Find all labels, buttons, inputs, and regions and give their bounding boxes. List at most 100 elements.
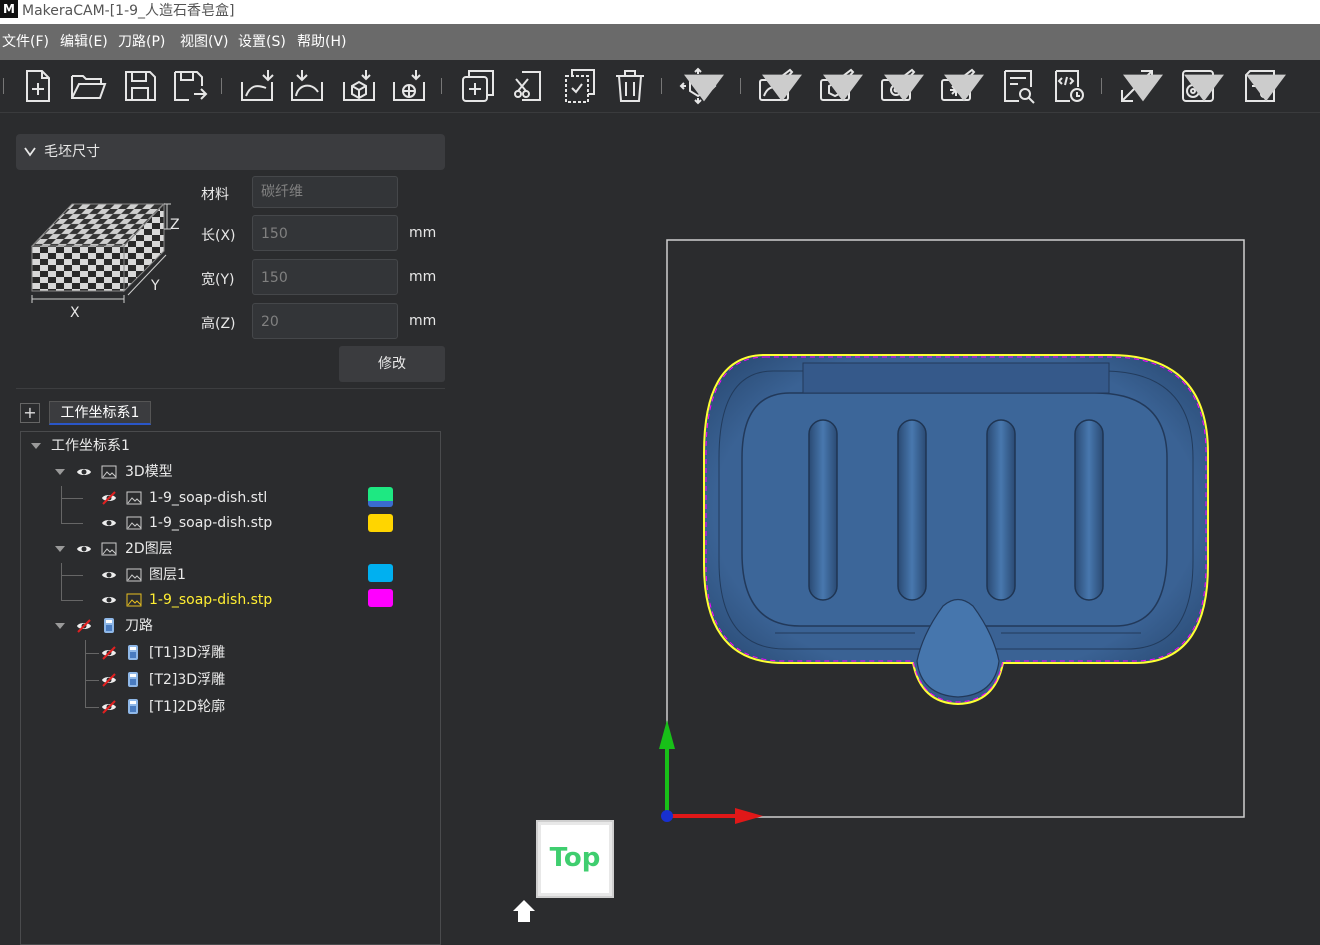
width-unit: mm <box>409 269 437 285</box>
laser-icon[interactable] <box>938 66 984 106</box>
stock-size-header[interactable]: 毛坯尺寸 <box>16 134 445 170</box>
import-3d-model-icon[interactable] <box>340 66 380 106</box>
length-label: 长(X) <box>201 228 236 244</box>
tree-item-label: [T1]3D浮雕 <box>149 645 226 661</box>
material-label: 材料 <box>201 187 229 203</box>
expand-arrow-icon[interactable] <box>55 469 65 475</box>
view-cube[interactable]: Top <box>536 820 614 898</box>
gcode-export-icon[interactable] <box>1050 66 1090 106</box>
new-file-icon[interactable] <box>18 66 58 106</box>
material-select[interactable]: 碳纤维 <box>252 176 398 208</box>
left-panel: 毛坯尺寸 Z Y X 材料 碳纤维 长(X) 150 mm 宽(Y) 150 m… <box>0 113 455 945</box>
image-icon <box>126 491 142 505</box>
open-folder-icon[interactable] <box>68 66 108 106</box>
fullscreen-icon[interactable] <box>1117 66 1163 106</box>
tree-item-toolpath[interactable]: [T1]2D轮廓 <box>21 696 440 718</box>
modify-button[interactable]: 修改 <box>339 346 445 382</box>
tree-item-toolpath[interactable]: [T2]3D浮雕 <box>21 669 440 691</box>
preview-search-icon[interactable] <box>999 66 1039 106</box>
tree-root-label: 工作坐标系1 <box>51 438 130 454</box>
tree-item-layer-1[interactable]: 图层1 <box>21 564 440 586</box>
tree-group-toolpath[interactable]: 刀路 <box>21 615 440 637</box>
menu-view[interactable]: 视图(V) <box>180 24 229 60</box>
import-2d-icon[interactable] <box>238 66 278 106</box>
soap-dish-model[interactable] <box>703 354 1209 706</box>
color-swatch[interactable] <box>368 589 393 607</box>
machine-connect-icon[interactable] <box>1178 66 1224 106</box>
title-bar: M MakeraCAM-[1-9_人造石香皂盒] <box>0 0 1320 24</box>
save-as-icon[interactable] <box>170 66 210 106</box>
toolpath-icon <box>104 618 114 633</box>
toolpath-icon <box>128 672 138 687</box>
length-input[interactable]: 150 <box>252 215 398 251</box>
3d-roughing-icon[interactable] <box>817 66 863 106</box>
height-label: 高(Z) <box>201 316 236 332</box>
height-unit: mm <box>409 313 437 329</box>
image-icon <box>126 516 142 530</box>
tab-work-coordinate[interactable]: 工作坐标系1 <box>49 401 151 425</box>
eye-icon[interactable] <box>101 515 117 531</box>
app-logo-icon: M <box>0 0 18 18</box>
stock-size-title: 毛坯尺寸 <box>44 144 100 160</box>
menu-toolpath[interactable]: 刀路(P) <box>118 24 165 60</box>
color-swatch[interactable] <box>368 487 393 507</box>
toolbar-separator <box>441 78 442 94</box>
menu-edit[interactable]: 编辑(E) <box>60 24 108 60</box>
eye-hidden-icon[interactable] <box>101 490 117 506</box>
eye-icon[interactable] <box>76 464 92 480</box>
add-coordinate-icon[interactable] <box>458 66 498 106</box>
drill-icon[interactable] <box>878 66 924 106</box>
menu-help[interactable]: 帮助(H) <box>297 24 346 60</box>
tree-item-model-stl[interactable]: 1-9_soap-dish.stl <box>21 487 440 509</box>
3d-viewport[interactable]: Top <box>455 113 1320 945</box>
expand-arrow-icon[interactable] <box>55 546 65 552</box>
cut-icon[interactable] <box>508 66 548 106</box>
eye-hidden-icon[interactable] <box>76 618 92 634</box>
eye-icon[interactable] <box>76 541 92 557</box>
settings-file-icon[interactable] <box>1240 66 1286 106</box>
tree-item-toolpath[interactable]: [T1]3D浮雕 <box>21 642 440 664</box>
image-icon <box>126 593 142 607</box>
stock-block-illustration <box>24 199 194 324</box>
expand-arrow-icon[interactable] <box>31 443 41 449</box>
menu-settings[interactable]: 设置(S) <box>238 24 286 60</box>
import-curve-icon[interactable] <box>288 66 328 106</box>
tree-group-3d-model[interactable]: 3D模型 <box>21 461 440 483</box>
import-mesh-icon[interactable] <box>390 66 430 106</box>
divider <box>16 388 445 389</box>
tree-group-2d-layer[interactable]: 2D图层 <box>21 538 440 560</box>
toolbar-separator <box>1101 78 1102 94</box>
menu-file[interactable]: 文件(F) <box>2 24 49 60</box>
tree-item-layer-stp[interactable]: 1-9_soap-dish.stp <box>21 589 440 611</box>
transform-icon[interactable] <box>678 66 724 106</box>
length-unit: mm <box>409 225 437 241</box>
add-coordinate-button[interactable]: + <box>20 403 40 423</box>
tree-item-label: 1-9_soap-dish.stl <box>149 490 268 506</box>
toolpath-icon <box>128 645 138 660</box>
tree-group-label: 刀路 <box>125 618 153 634</box>
tree-item-model-stp[interactable]: 1-9_soap-dish.stp <box>21 512 440 534</box>
tree-root-row[interactable]: 工作坐标系1 <box>21 435 440 457</box>
expand-arrow-icon[interactable] <box>55 623 65 629</box>
width-input[interactable]: 150 <box>252 259 398 295</box>
eye-hidden-icon[interactable] <box>101 699 117 715</box>
chevron-down-icon <box>24 147 36 157</box>
color-swatch[interactable] <box>368 514 393 532</box>
eye-hidden-icon[interactable] <box>101 645 117 661</box>
toolbar-separator <box>661 78 662 94</box>
eye-icon[interactable] <box>101 592 117 608</box>
axis-z-label: Z <box>170 217 180 233</box>
window-title: MakeraCAM-[1-9_人造石香皂盒] <box>22 3 235 19</box>
eye-icon[interactable] <box>101 567 117 583</box>
save-icon[interactable] <box>120 66 160 106</box>
toolbar-separator <box>3 78 4 94</box>
2d-contour-icon[interactable] <box>756 66 802 106</box>
eye-hidden-icon[interactable] <box>101 672 117 688</box>
copy-icon[interactable] <box>560 66 600 106</box>
home-view-icon[interactable] <box>511 898 537 924</box>
toolbar-separator <box>221 78 222 94</box>
color-swatch[interactable] <box>368 564 393 582</box>
height-input[interactable]: 20 <box>252 303 398 339</box>
delete-icon[interactable] <box>610 66 650 106</box>
width-label: 宽(Y) <box>201 272 235 288</box>
